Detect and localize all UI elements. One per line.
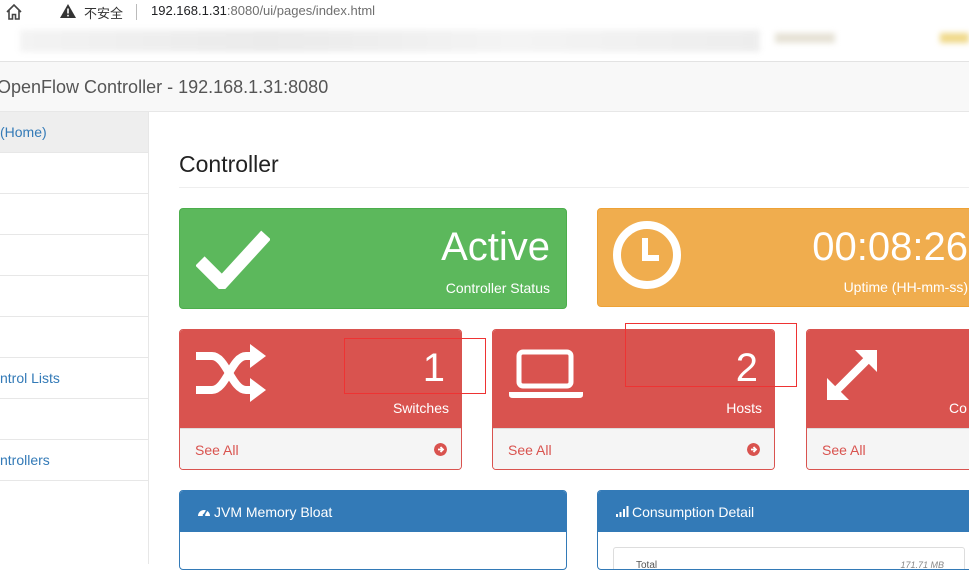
controller-status-value: Active: [441, 225, 550, 269]
sidebar-item-home[interactable]: (Home): [0, 112, 148, 153]
laptop-icon: [509, 349, 583, 398]
consumption-row-value: 171.71 MB: [900, 560, 944, 570]
sidebar-item-controllers[interactable]: ntrollers: [0, 440, 148, 481]
sidebar-item[interactable]: [0, 399, 148, 440]
sidebar-item[interactable]: [0, 276, 148, 317]
see-all-link[interactable]: See All: [508, 442, 552, 458]
annotation-box: [625, 323, 797, 387]
security-label[interactable]: 不安全: [84, 3, 123, 22]
controller-status-panel: Active Controller Status: [179, 208, 567, 309]
sidebar-item-access-control-lists[interactable]: ntrol Lists: [0, 358, 148, 399]
sidebar: (Home) ntrol Lists ntrollers: [0, 112, 149, 564]
controller-status-label: Controller Status: [445, 280, 550, 296]
url-path: :8080/ui/pages/index.html: [226, 3, 376, 18]
home-icon[interactable]: [4, 2, 24, 22]
arrow-circle-right-icon[interactable]: [747, 443, 760, 456]
navbar-brand[interactable]: OpenFlow Controller - 192.168.1.31:8080: [0, 77, 328, 98]
jvm-memory-header: JVM Memory Bloat: [180, 491, 566, 532]
top-navbar: OpenFlow Controller - 192.168.1.31:8080: [0, 61, 969, 112]
switches-label: Switches: [392, 400, 449, 416]
sidebar-item-label: (Home): [0, 124, 47, 140]
uptime-value: 00:08:26: [812, 225, 968, 269]
links-see-all[interactable]: See All: [807, 428, 969, 469]
url-host: 192.168.1.31: [151, 3, 227, 18]
sidebar-item-label: ntrollers: [0, 452, 50, 468]
sidebar-item[interactable]: [0, 317, 148, 358]
see-all-link[interactable]: See All: [822, 442, 866, 458]
browser-address-bar: 不安全 192.168.1.31:8080/ui/pages/index.htm…: [0, 0, 969, 26]
url-field[interactable]: 192.168.1.31:8080/ui/pages/index.html: [151, 3, 375, 18]
consumption-panel: Consumption Detail Total 171.71 MB: [597, 490, 969, 570]
uptime-label: Uptime (HH-mm-ss): [843, 279, 968, 295]
blurred-bookmark: [775, 33, 835, 43]
sidebar-item[interactable]: [0, 235, 148, 276]
hosts-label: Hosts: [726, 400, 762, 416]
consumption-header: Consumption Detail: [598, 491, 969, 532]
blurred-bookmark: [940, 33, 969, 43]
links-panel: Co See All: [806, 329, 969, 470]
signal-bars-icon: [616, 506, 629, 517]
consumption-title: Consumption Detail: [632, 504, 755, 520]
blurred-bookmarks: [20, 30, 760, 52]
hosts-see-all[interactable]: See All: [493, 428, 774, 469]
annotation-box: [344, 338, 486, 394]
sidebar-item[interactable]: [0, 153, 148, 194]
switches-see-all[interactable]: See All: [180, 428, 461, 469]
sidebar-item[interactable]: [0, 194, 148, 235]
clock-icon: [613, 221, 681, 289]
address-separator: [136, 4, 137, 20]
links-panel-header: Co: [807, 330, 969, 428]
see-all-link[interactable]: See All: [195, 442, 239, 458]
links-label: Co: [949, 400, 967, 416]
expand-arrows-icon: [827, 350, 877, 400]
page-title: Controller: [179, 151, 279, 177]
dashboard-icon: [198, 509, 210, 517]
warning-icon[interactable]: [59, 3, 77, 19]
title-divider: [179, 187, 969, 188]
sidebar-item-label: ntrol Lists: [0, 370, 60, 386]
consumption-row-label: Total: [636, 560, 658, 570]
jvm-memory-panel: JVM Memory Bloat: [179, 490, 567, 570]
uptime-panel: 00:08:26 Uptime (HH-mm-ss): [597, 208, 969, 307]
checkmark-icon: [196, 230, 270, 289]
jvm-memory-title: JVM Memory Bloat: [214, 504, 333, 520]
consumption-row: Total 171.71 MB: [613, 547, 965, 570]
shuffle-icon: [196, 344, 266, 402]
arrow-circle-right-icon[interactable]: [434, 443, 447, 456]
